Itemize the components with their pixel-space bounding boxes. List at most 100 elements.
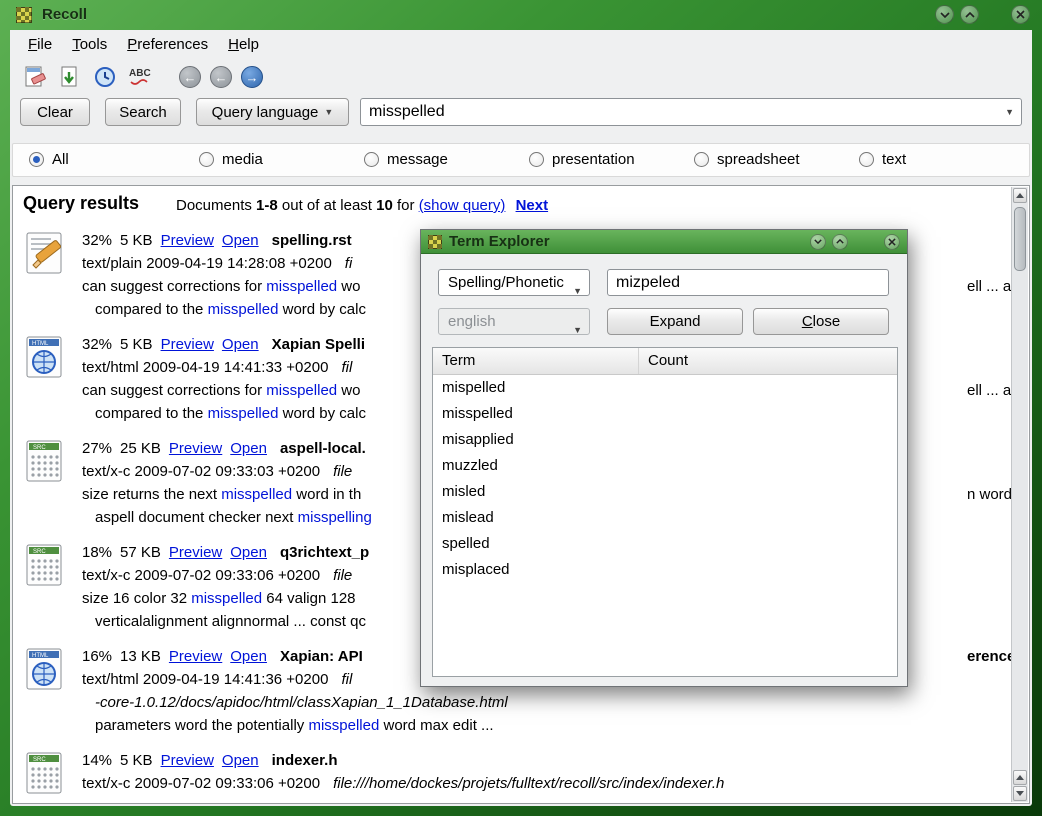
preview-link[interactable]: Preview <box>161 752 214 769</box>
next-page-icon[interactable]: → <box>241 66 263 88</box>
results-scrollbar[interactable] <box>1011 187 1028 802</box>
highlighted-term: misspelled <box>266 382 337 399</box>
highlighted-term: misspelled <box>308 717 379 734</box>
language-value: english <box>448 313 496 330</box>
scroll-up-icon[interactable] <box>1013 188 1027 203</box>
svg-text:HTML: HTML <box>32 341 49 347</box>
menu-file[interactable]: File <box>18 33 62 56</box>
source-file-icon: SRC <box>21 749 69 804</box>
mime-and-date: text/html 2009-04-19 14:41:33 +0200 <box>82 359 328 376</box>
term-explorer-icon[interactable]: ABC <box>127 64 153 90</box>
term-row[interactable]: mislead <box>433 505 897 531</box>
scroll-up2-icon[interactable] <box>1013 770 1027 785</box>
menu-help[interactable]: Help <box>218 33 269 56</box>
file-path: fil <box>341 359 352 376</box>
term-row[interactable]: misspelled <box>433 401 897 427</box>
filter-media[interactable]: media <box>199 151 263 168</box>
query-input[interactable] <box>360 98 1022 126</box>
term-row[interactable]: misapplied <box>433 427 897 453</box>
file-size: 5 KB <box>120 232 153 249</box>
filter-label: text <box>882 151 906 168</box>
clear-button[interactable]: Clear <box>20 98 90 126</box>
result-title: Xapian Spelli <box>272 336 365 353</box>
filter-presentation[interactable]: presentation <box>529 151 635 168</box>
column-header-count[interactable]: Count <box>639 348 897 374</box>
history-icon[interactable] <box>92 64 118 90</box>
file-path: file <box>333 567 352 584</box>
shade-icon[interactable] <box>810 234 826 250</box>
clear-search-icon[interactable] <box>22 64 48 90</box>
filter-message[interactable]: message <box>364 151 448 168</box>
preview-link[interactable]: Preview <box>161 336 214 353</box>
term-row[interactable]: spelled <box>433 531 897 557</box>
open-link[interactable]: Open <box>222 232 259 249</box>
preview-link[interactable]: Preview <box>169 440 222 457</box>
clear-button-label: Clear <box>37 104 73 121</box>
file-path: file <box>333 463 352 480</box>
file-size: 13 KB <box>120 648 161 665</box>
text-file-icon <box>21 229 69 329</box>
expand-button[interactable]: Expand <box>607 308 743 335</box>
svg-text:SRC: SRC <box>33 549 46 555</box>
filter-spreadsheet[interactable]: spreadsheet <box>694 151 800 168</box>
first-page-icon[interactable]: ← <box>179 66 201 88</box>
open-link[interactable]: Open <box>222 336 259 353</box>
preview-link[interactable]: Preview <box>169 648 222 665</box>
search-button-label: Search <box>119 104 167 121</box>
menu-preferences[interactable]: Preferences <box>117 33 218 56</box>
term-row[interactable]: misplaced <box>433 557 897 583</box>
search-button[interactable]: Search <box>105 98 181 126</box>
export-icon[interactable] <box>57 64 83 90</box>
filter-label: All <box>52 151 69 168</box>
menu-tools[interactable]: Tools <box>62 33 117 56</box>
term-table-header: Term Count <box>433 348 897 375</box>
open-link[interactable]: Open <box>230 440 267 457</box>
unshade-icon[interactable] <box>960 5 979 24</box>
relevance-percent: 14% <box>82 752 112 769</box>
filter-text[interactable]: text <box>859 151 906 168</box>
term-row[interactable]: misled <box>433 479 897 505</box>
query-history-arrow-icon[interactable]: ▼ <box>1005 107 1014 117</box>
open-link[interactable]: Open <box>230 648 267 665</box>
term-row[interactable]: mispelled <box>433 375 897 401</box>
term-input[interactable] <box>607 269 889 296</box>
file-path: fi <box>345 255 353 272</box>
filter-label: presentation <box>552 151 635 168</box>
filter-label: media <box>222 151 263 168</box>
scrollbar-thumb[interactable] <box>1014 207 1026 271</box>
column-header-term[interactable]: Term <box>433 348 639 374</box>
recoll-logo-icon <box>428 235 442 249</box>
shade-icon[interactable] <box>935 5 954 24</box>
unshade-icon[interactable] <box>832 234 848 250</box>
preview-link[interactable]: Preview <box>169 544 222 561</box>
result-row: SRC14%5 KBPreviewOpenindexer.htext/x-c 2… <box>21 749 1005 804</box>
html-file-icon: HTML <box>21 333 69 433</box>
chevron-down-icon: ▼ <box>573 318 582 343</box>
expansion-mode-dropdown[interactable]: Spelling/Phonetic ▼ <box>438 269 590 296</box>
previous-page-icon[interactable]: ← <box>210 66 232 88</box>
titlebar[interactable]: Recoll <box>10 0 1032 30</box>
chevron-down-icon: ▼ <box>324 107 333 117</box>
filter-all[interactable]: All <box>29 151 69 168</box>
term-row[interactable]: muzzled <box>433 453 897 479</box>
radio-icon <box>29 152 44 167</box>
result-title: Xapian: API <box>280 648 363 665</box>
recoll-logo-icon <box>16 7 32 23</box>
open-link[interactable]: Open <box>222 752 259 769</box>
query-language-dropdown[interactable]: Query language▼ <box>196 98 349 126</box>
term-explorer-titlebar[interactable]: Term Explorer <box>421 230 907 254</box>
highlighted-term: misspelled <box>208 301 279 318</box>
scroll-down-icon[interactable] <box>1013 786 1027 801</box>
language-dropdown: english ▼ <box>438 308 590 335</box>
result-title: aspell-local. <box>280 440 366 457</box>
file-size: 25 KB <box>120 440 161 457</box>
relevance-percent: 18% <box>82 544 112 561</box>
term-table: Term Count mispelledmisspelledmisapplied… <box>432 347 898 677</box>
close-button[interactable]: Close <box>753 308 889 335</box>
radio-icon <box>364 152 379 167</box>
menubar: FileToolsPreferencesHelp <box>18 31 269 57</box>
open-link[interactable]: Open <box>230 544 267 561</box>
preview-link[interactable]: Preview <box>161 232 214 249</box>
close-icon[interactable] <box>884 234 900 250</box>
close-icon[interactable] <box>1011 5 1030 24</box>
